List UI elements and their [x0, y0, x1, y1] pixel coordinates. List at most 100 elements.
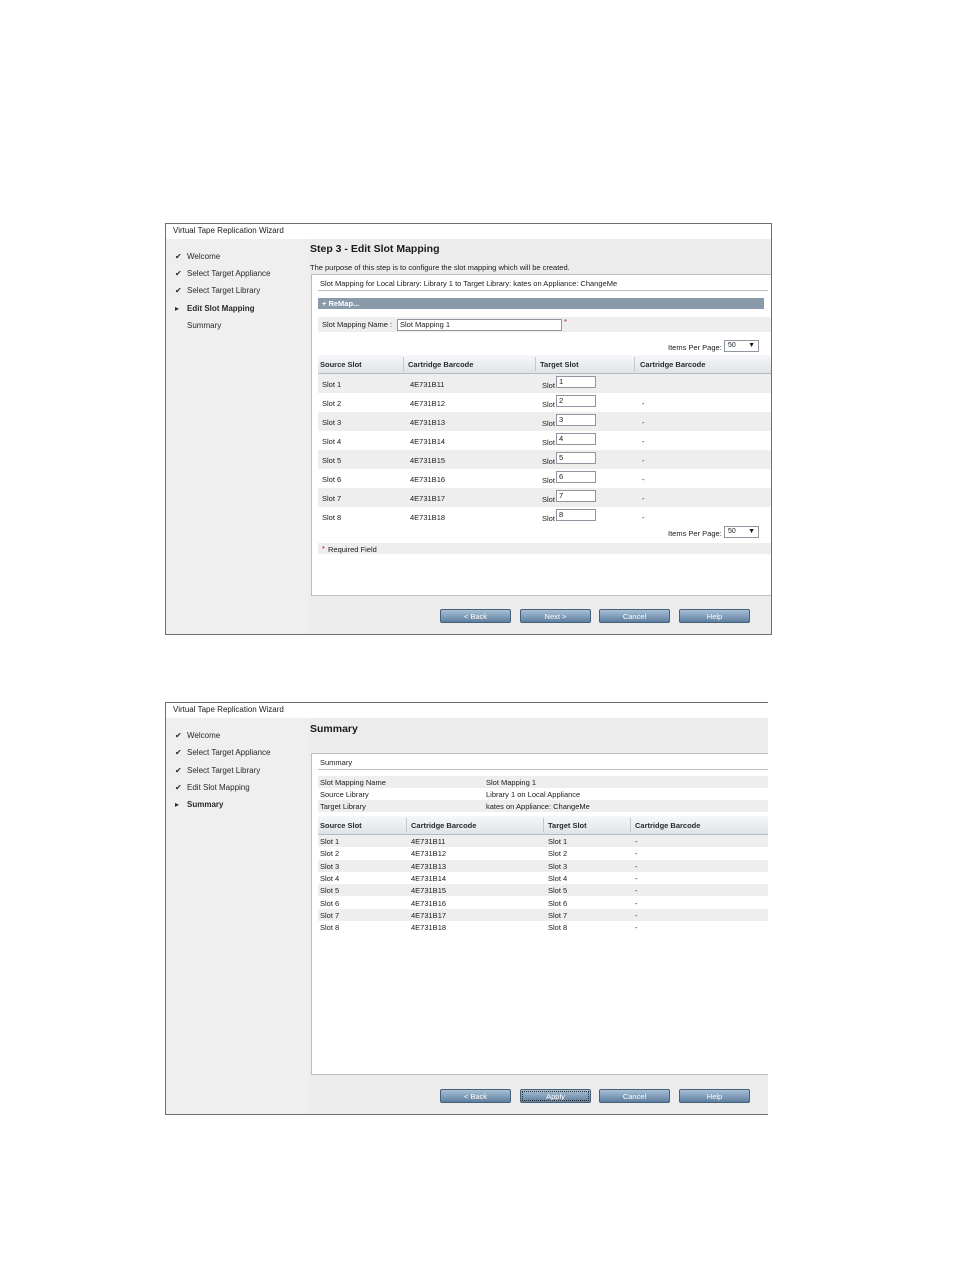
items-per-page-select-bottom[interactable]: 50 ▼: [724, 526, 759, 538]
summary-panel: Summary Slot Mapping Name Slot Mapping 1…: [311, 753, 768, 1075]
panel-title: Slot Mapping for Local Library: Library …: [320, 279, 618, 288]
help-button[interactable]: Help: [679, 609, 750, 623]
back-button[interactable]: < Back: [440, 1089, 511, 1103]
barcode-cell: 4E731B12: [411, 849, 447, 859]
target-barcode-cell: -: [635, 923, 638, 933]
target-slot-cell: Slot 2: [548, 849, 568, 859]
table-row: Slot 7 4E731B17 Slot 7 -: [318, 908, 768, 921]
wizard-sidebar: ✔ Welcome ✔ Select Target Appliance ✔ Selec…: [166, 239, 309, 634]
items-per-page-select[interactable]: 50 ▼: [724, 340, 759, 352]
source-slot-cell: Slot 8: [320, 923, 340, 933]
col-cartridge-barcode[interactable]: Cartridge Barcode: [408, 360, 473, 369]
sidebar-step-welcome[interactable]: ✔ Welcome: [175, 731, 220, 740]
check-icon: ✔: [175, 731, 182, 740]
target-slot-input[interactable]: 3: [556, 414, 596, 426]
items-per-page-label-bottom: Items Per Page:: [668, 529, 722, 538]
target-slot-prefix: Slot: [542, 438, 555, 447]
target-slot-cell: Slot 4: [548, 873, 568, 883]
cancel-button[interactable]: Cancel: [599, 609, 670, 623]
source-slot-cell: Slot 7: [322, 494, 342, 503]
mapping-name-input[interactable]: Slot Mapping 1: [397, 319, 562, 331]
col-cartridge-barcode[interactable]: Cartridge Barcode: [411, 821, 476, 830]
barcode-cell: 4E731B14: [410, 437, 446, 446]
col-target-slot[interactable]: Target Slot: [540, 360, 579, 369]
target-slot-input[interactable]: 5: [556, 452, 596, 464]
next-button[interactable]: Next >: [520, 609, 591, 623]
sidebar-step-summary[interactable]: ▸ Summary: [175, 800, 223, 809]
target-barcode-cell: -: [635, 861, 638, 871]
source-slot-cell: Slot 5: [322, 456, 342, 465]
required-star: *: [564, 317, 567, 326]
cancel-button[interactable]: Cancel: [599, 1089, 670, 1103]
barcode-cell: 4E731B18: [411, 923, 447, 933]
barcode-cell: 4E731B18: [410, 513, 446, 522]
col-target-cartridge-barcode[interactable]: Cartridge Barcode: [635, 821, 700, 830]
barcode-cell: 4E731B12: [410, 399, 446, 408]
table-row: Slot 3 4E731B13 Slot 3 -: [318, 859, 768, 872]
sidebar-step-edit-slot-mapping[interactable]: ✔ Edit Slot Mapping: [175, 783, 250, 792]
target-slot-input[interactable]: 7: [556, 490, 596, 502]
table-row: Slot 2 4E731B12 Slot 2 -: [318, 393, 771, 412]
sidebar-step-target-appliance[interactable]: ✔ Select Target Appliance: [175, 269, 270, 278]
table-row: Slot 1 4E731B11 Slot 1 -: [318, 835, 768, 847]
back-button[interactable]: < Back: [440, 609, 511, 623]
target-barcode-cell: -: [642, 399, 645, 408]
target-barcode-cell: -: [642, 513, 645, 522]
target-slot-prefix: Slot: [542, 476, 555, 485]
col-target-cartridge-barcode[interactable]: Cartridge Barcode: [640, 360, 705, 369]
wizard-content: Step 3 - Edit Slot Mapping The purpose o…: [309, 239, 771, 634]
check-icon: ✔: [175, 766, 182, 775]
target-barcode-cell: -: [635, 898, 638, 908]
mapping-name-row: Slot Mapping Name : Slot Mapping 1 *: [318, 317, 771, 332]
target-slot-cell: Slot 1: [548, 837, 568, 846]
col-target-slot[interactable]: Target Slot: [548, 821, 587, 830]
table-row: Slot 2 4E731B12 Slot 2 -: [318, 847, 768, 859]
barcode-cell: 4E731B17: [411, 910, 447, 920]
table-row: Slot 5 4E731B15 Slot 5 -: [318, 884, 768, 897]
check-icon: ✔: [175, 286, 182, 295]
check-icon: ✔: [175, 783, 182, 792]
target-slot-input[interactable]: 8: [556, 509, 596, 521]
sidebar-step-target-library[interactable]: ✔ Select Target Library: [175, 766, 260, 775]
table-header: Source Slot Cartridge Barcode Target Slo…: [318, 355, 771, 374]
table-header: Source Slot Cartridge Barcode Target Slo…: [318, 816, 768, 835]
target-slot-input[interactable]: 6: [556, 471, 596, 483]
sidebar-step-summary[interactable]: Summary: [175, 321, 221, 330]
col-source-slot[interactable]: Source Slot: [320, 360, 362, 369]
target-slot-input[interactable]: 2: [556, 395, 596, 407]
source-slot-cell: Slot 7: [320, 910, 340, 920]
table-row: Slot 8 4E731B18 Slot 8 -: [318, 921, 768, 933]
sidebar-step-target-library[interactable]: ✔ Select Target Library: [175, 286, 260, 295]
required-note-row: * Required Field: [318, 543, 771, 554]
check-icon: ✔: [175, 269, 182, 278]
barcode-cell: 4E731B16: [410, 475, 446, 484]
source-slot-cell: Slot 4: [322, 437, 342, 446]
wizard-content: Summary Summary Slot Mapping Name Slot M…: [309, 718, 768, 1114]
wizard-window-step3: Virtual Tape Replication Wizard ✔ Welcome…: [165, 223, 772, 635]
barcode-cell: 4E731B11: [410, 380, 445, 389]
col-source-slot[interactable]: Source Slot: [320, 821, 362, 830]
target-barcode-cell: -: [642, 456, 645, 465]
target-barcode-cell: -: [635, 886, 638, 896]
source-slot-cell: Slot 8: [322, 513, 342, 522]
target-slot-prefix: Slot: [542, 514, 555, 523]
table-row: Slot 7 4E731B17 Slot 7 -: [318, 488, 771, 507]
barcode-cell: 4E731B15: [410, 456, 446, 465]
target-slot-prefix: Slot: [542, 400, 555, 409]
table-row: Slot 1 4E731B11 Slot 1: [318, 374, 771, 393]
source-slot-cell: Slot 6: [320, 898, 340, 908]
help-button[interactable]: Help: [679, 1089, 750, 1103]
remap-toggle[interactable]: + ReMap...: [318, 298, 764, 309]
target-slot-input[interactable]: 4: [556, 433, 596, 445]
table-row: Slot 8 4E731B18 Slot 8 -: [318, 507, 771, 526]
source-slot-cell: Slot 4: [320, 873, 340, 883]
sidebar-step-edit-slot-mapping[interactable]: ▸ Edit Slot Mapping: [175, 304, 255, 313]
sidebar-step-welcome[interactable]: ✔ Welcome: [175, 252, 220, 261]
barcode-cell: 4E731B13: [411, 861, 447, 871]
mapping-name-label: Slot Mapping Name :: [322, 320, 393, 329]
apply-button[interactable]: Apply: [520, 1089, 591, 1103]
panel-title: Summary: [320, 758, 353, 767]
sidebar-step-target-appliance[interactable]: ✔ Select Target Appliance: [175, 748, 270, 757]
page-title: Summary: [310, 723, 358, 735]
target-slot-input[interactable]: 1: [556, 376, 596, 388]
